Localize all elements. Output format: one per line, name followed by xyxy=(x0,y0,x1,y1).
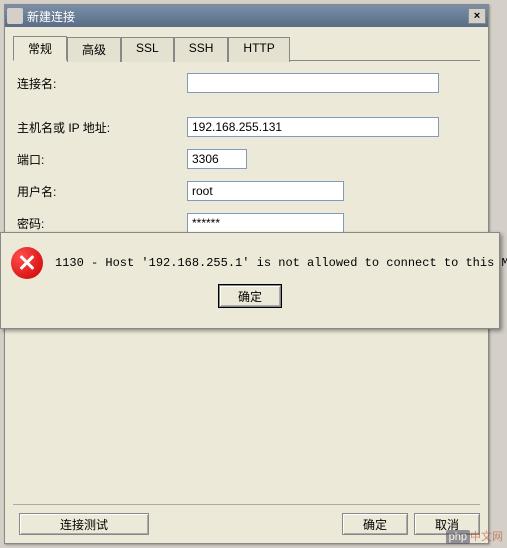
tab-http[interactable]: HTTP xyxy=(228,37,289,62)
tab-strip: 常规 高级 SSL SSH HTTP xyxy=(5,27,488,60)
row-password: 密码: xyxy=(17,213,476,233)
error-ok-button[interactable]: 确定 xyxy=(219,285,281,307)
error-body: 1130 - Host '192.168.255.1' is not allow… xyxy=(1,233,499,285)
error-button-row: 确定 xyxy=(1,285,499,315)
error-dialog: 1130 - Host '192.168.255.1' is not allow… xyxy=(0,232,500,329)
tab-advanced[interactable]: 高级 xyxy=(67,37,121,62)
label-host: 主机名或 IP 地址: xyxy=(17,119,187,136)
app-icon xyxy=(7,8,23,24)
dialog-button-bar: 连接测试 确定 取消 xyxy=(13,504,480,535)
input-host[interactable] xyxy=(187,117,439,137)
tab-content-general: 连接名: 主机名或 IP 地址: 端口: 用户名: 密码: xyxy=(13,60,480,257)
window-title: 新建连接 xyxy=(27,8,468,25)
watermark-cn: 中文网 xyxy=(470,531,503,543)
input-connection-name[interactable] xyxy=(187,73,439,93)
titlebar: 新建连接 × xyxy=(5,5,488,27)
error-message: 1130 - Host '192.168.255.1' is not allow… xyxy=(55,256,507,270)
close-icon[interactable]: × xyxy=(468,8,486,24)
row-port: 端口: xyxy=(17,149,476,169)
input-port[interactable] xyxy=(187,149,247,169)
row-host: 主机名或 IP 地址: xyxy=(17,117,476,137)
tab-general[interactable]: 常规 xyxy=(13,36,67,61)
error-icon xyxy=(11,247,43,279)
label-user: 用户名: xyxy=(17,183,187,200)
ok-button[interactable]: 确定 xyxy=(342,513,408,535)
label-port: 端口: xyxy=(17,151,187,168)
tab-ssl[interactable]: SSL xyxy=(121,37,174,62)
input-password[interactable] xyxy=(187,213,344,233)
input-user[interactable] xyxy=(187,181,344,201)
test-connection-button[interactable]: 连接测试 xyxy=(19,513,149,535)
watermark-php: php xyxy=(446,530,470,544)
row-connection-name: 连接名: xyxy=(17,73,476,93)
tab-ssh[interactable]: SSH xyxy=(174,37,229,62)
watermark: php中文网 xyxy=(446,528,503,544)
row-user: 用户名: xyxy=(17,181,476,201)
label-connection-name: 连接名: xyxy=(17,75,187,92)
label-password: 密码: xyxy=(17,215,187,232)
